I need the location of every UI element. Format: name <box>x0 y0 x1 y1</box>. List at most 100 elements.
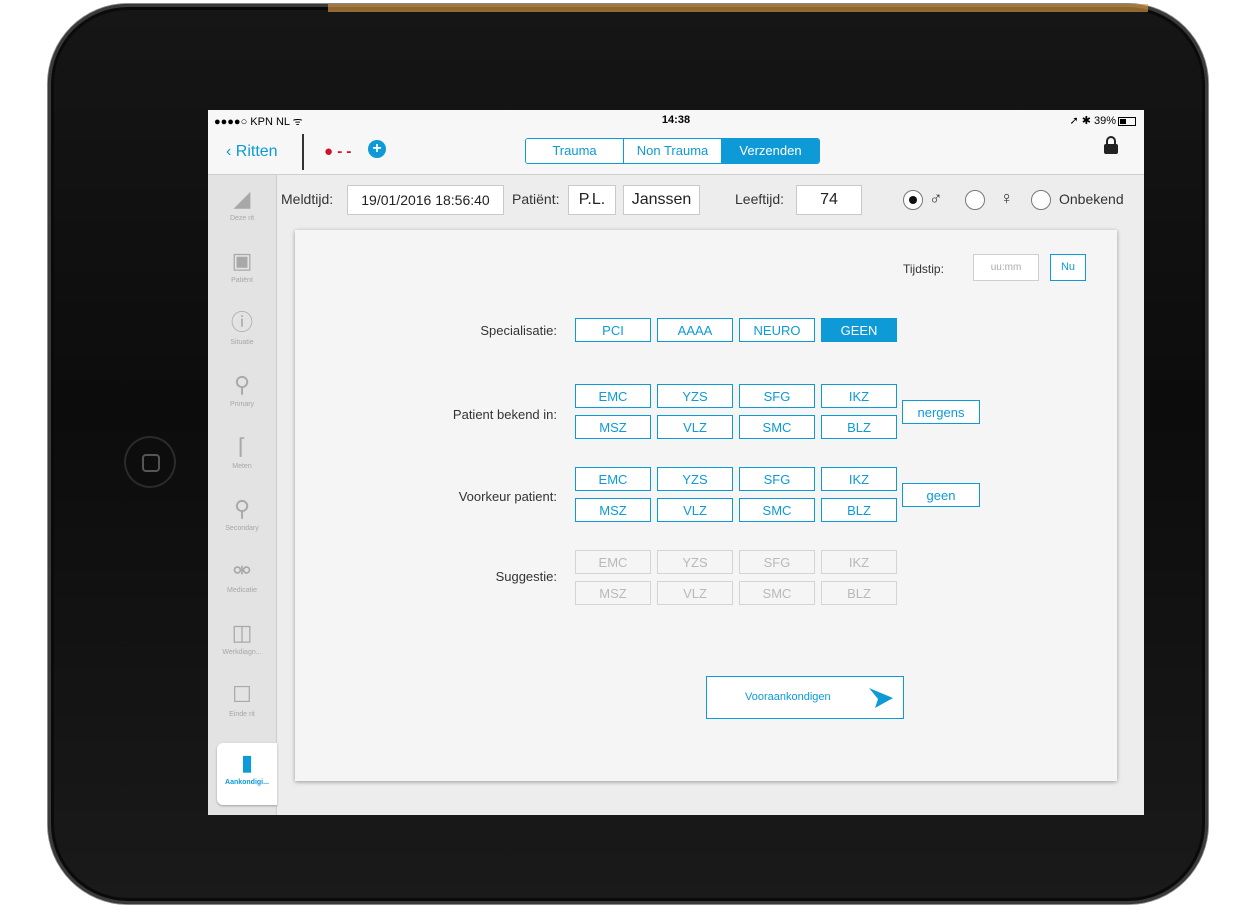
sidebar-item-label: Aankondigi... <box>225 779 269 786</box>
home-button[interactable] <box>124 436 176 488</box>
announcement-card: Tijdstip: uu:mm Nu Specialisatie: PCI AA… <box>295 230 1117 781</box>
voorkeur-msz-button[interactable]: MSZ <box>575 498 651 522</box>
suggestie-msz-button: MSZ <box>575 581 651 605</box>
sidebar-item-label: Primary <box>229 401 255 408</box>
sidebar-item-secondary[interactable]: ⚲ Secondary <box>208 489 276 551</box>
megaphone-icon: ▮ <box>240 750 254 775</box>
sidebar-item-werkdiagnose[interactable]: ◫ Werkdiagn... <box>208 613 276 675</box>
tab-verzenden[interactable]: Verzenden <box>722 139 819 163</box>
voorkeur-sfg-button[interactable]: SFG <box>739 467 815 491</box>
spec-neuro-button[interactable]: NEURO <box>739 318 815 342</box>
back-label: Ritten <box>235 143 278 160</box>
status-bar: ●●●●○ KPN NL ᯤ 14:38 ➚ ✱ 39% <box>208 110 1144 130</box>
tag-icon: ◢ <box>233 186 251 211</box>
sidebar-item-deze-rit[interactable]: ◢ Deze rit <box>208 179 276 241</box>
suggestie-smc-button: SMC <box>739 581 815 605</box>
sidebar-item-patient[interactable]: ▣ Patiënt <box>208 241 276 303</box>
add-icon[interactable]: + <box>368 140 386 158</box>
bekend-blz-button[interactable]: BLZ <box>821 415 897 439</box>
patient-initials-field[interactable]: P.L. <box>568 185 616 215</box>
spec-aaaa-button[interactable]: AAAA <box>657 318 733 342</box>
tijdstip-label: Tijdstip: <box>903 262 944 276</box>
send-label: Vooraankondigen <box>745 691 831 703</box>
suggestie-blz-button: BLZ <box>821 581 897 605</box>
voorkeur-yzs-button[interactable]: YZS <box>657 467 733 491</box>
gender-unknown-radio[interactable] <box>1031 190 1051 210</box>
battery-icon <box>1118 116 1136 126</box>
id-card-icon: ▣ <box>231 248 253 273</box>
tab-segment: Trauma Non Trauma Verzenden <box>525 138 820 164</box>
medkit-icon: ◫ <box>231 620 253 645</box>
suggestie-yzs-button: YZS <box>657 550 733 574</box>
gender-unknown-label: Onbekend <box>1059 191 1124 207</box>
male-icon: ♂ <box>929 188 943 208</box>
voorkeur-ikz-button[interactable]: IKZ <box>821 467 897 491</box>
voorkeur-blz-button[interactable]: BLZ <box>821 498 897 522</box>
tab-non-trauma[interactable]: Non Trauma <box>624 139 722 163</box>
patient-label: Patiënt: <box>512 191 560 207</box>
sidebar-item-einde-rit[interactable]: ☐ Einde rit <box>208 675 276 737</box>
tablet-frame: ●●●●○ KPN NL ᯤ 14:38 ➚ ✱ 39% ‹ Ritten ● … <box>48 4 1208 904</box>
clipboard-icon: ☐ <box>232 682 252 707</box>
sidebar: ◢ Deze rit ▣ Patiënt ⓘ Situatie ⚲ Primary ⌈ M… <box>208 175 277 815</box>
spec-pci-button[interactable]: PCI <box>575 318 651 342</box>
tablet-top-edge <box>328 4 1148 12</box>
nav-divider <box>302 134 304 170</box>
sidebar-item-label: Medicatie <box>227 587 257 594</box>
sidebar-item-label: Werkdiagn... <box>222 649 262 656</box>
sidebar-item-label: Patiënt <box>231 277 253 284</box>
bekend-emc-button[interactable]: EMC <box>575 384 651 408</box>
vooraankondigen-button[interactable]: Vooraankondigen <box>706 676 904 719</box>
battery-label: ➚ ✱ 39% <box>1069 115 1116 127</box>
age-field[interactable]: 74 <box>796 185 862 215</box>
lock-icon[interactable] <box>1104 136 1118 154</box>
bekend-vlz-button[interactable]: VLZ <box>657 415 733 439</box>
clock: 14:38 <box>661 114 691 126</box>
gender-female-radio[interactable] <box>965 190 985 210</box>
sidebar-item-label: Secondary <box>225 525 259 532</box>
patient-indicator-label: - - <box>337 143 352 160</box>
sidebar-item-medicatie[interactable]: ⚮ Medicatie <box>208 551 276 613</box>
suggestie-label: Suggestie: <box>495 569 557 584</box>
voorkeur-smc-button[interactable]: SMC <box>739 498 815 522</box>
sidebar-item-primary[interactable]: ⚲ Primary <box>208 365 276 427</box>
specialisatie-label: Specialisatie: <box>480 323 557 338</box>
chevron-left-icon: ‹ <box>226 143 236 160</box>
screen: ●●●●○ KPN NL ᯤ 14:38 ➚ ✱ 39% ‹ Ritten ● … <box>208 110 1144 815</box>
suggestie-vlz-button: VLZ <box>657 581 733 605</box>
voorkeur-label: Voorkeur patient: <box>458 489 557 504</box>
back-button[interactable]: ‹ Ritten <box>226 143 278 161</box>
bekend-sfg-button[interactable]: SFG <box>739 384 815 408</box>
gender-male-radio[interactable] <box>903 190 923 210</box>
female-icon: ♀ <box>1000 188 1014 208</box>
tijdstip-input[interactable]: uu:mm <box>973 254 1039 281</box>
voorkeur-vlz-button[interactable]: VLZ <box>657 498 733 522</box>
pill-icon: ⚮ <box>232 558 252 583</box>
suggestie-emc-button: EMC <box>575 550 651 574</box>
patient-indicator[interactable]: ● - - <box>324 143 351 160</box>
patient-bekend-label: Patient bekend in: <box>452 407 557 422</box>
sidebar-item-label: Situatie <box>230 339 254 346</box>
bekend-yzs-button[interactable]: YZS <box>657 384 733 408</box>
now-button[interactable]: Nu <box>1050 254 1086 281</box>
voorkeur-geen-button[interactable]: geen <box>902 483 980 507</box>
home-button-icon <box>142 454 160 472</box>
meldtijd-field[interactable]: 19/01/2016 18:56:40 <box>347 185 504 215</box>
search-icon: ⚲ <box>233 496 251 521</box>
alert-icon: ⓘ <box>230 310 253 335</box>
patient-header: Meldtijd: 19/01/2016 18:56:40 Patiënt: P… <box>280 185 1144 219</box>
bekend-ikz-button[interactable]: IKZ <box>821 384 897 408</box>
bekend-smc-button[interactable]: SMC <box>739 415 815 439</box>
sidebar-item-aankondiging[interactable]: ▮ Aankondigi... <box>217 743 277 805</box>
patient-name-field[interactable]: Janssen <box>623 185 700 215</box>
person-icon: ● <box>324 143 334 160</box>
voorkeur-emc-button[interactable]: EMC <box>575 467 651 491</box>
bekend-msz-button[interactable]: MSZ <box>575 415 651 439</box>
bekend-nergens-button[interactable]: nergens <box>902 400 980 424</box>
tab-trauma[interactable]: Trauma <box>526 139 624 163</box>
nav-bar: ‹ Ritten ● - - + Trauma Non Trauma Verze… <box>208 130 1144 175</box>
spec-geen-button[interactable]: GEEN <box>821 318 897 342</box>
sidebar-item-situatie[interactable]: ⓘ Situatie <box>208 303 276 365</box>
sidebar-item-meten[interactable]: ⌈ Meten <box>208 427 276 489</box>
sidebar-item-label: Meten <box>232 463 252 470</box>
